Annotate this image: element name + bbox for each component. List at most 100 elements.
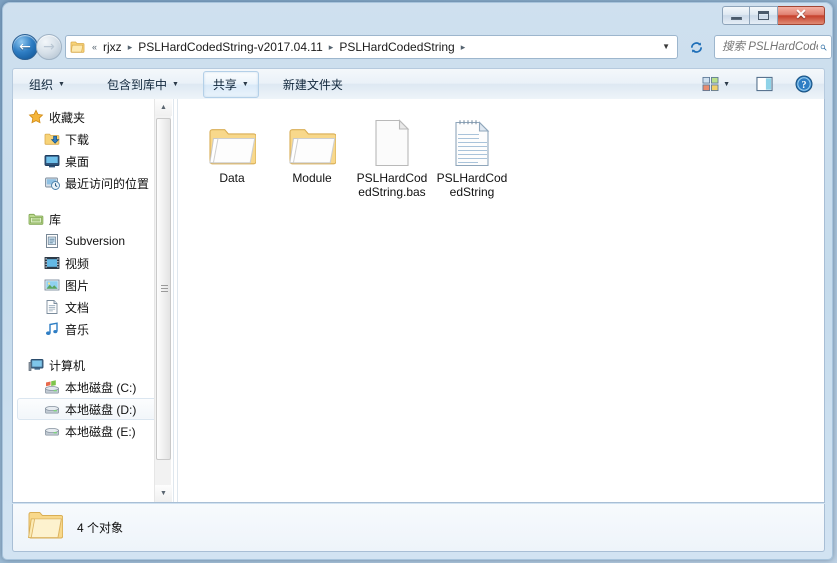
include-in-library-label: 包含到库中 xyxy=(106,77,167,92)
sidebar-item-videos[interactable]: 视频 xyxy=(17,252,169,274)
breadcrumb-rjxz[interactable]: rjxz xyxy=(101,36,124,58)
toolbar-right-group: ▼ ? xyxy=(700,73,824,95)
share-button[interactable]: 共享 ▼ xyxy=(202,70,259,98)
breadcrumb-current-folder[interactable]: PSLHardCodedString xyxy=(337,36,456,58)
sidebar-item-recent-places[interactable]: 最近访问的位置 xyxy=(17,172,169,194)
scroll-down-button[interactable]: ▼ xyxy=(155,485,172,502)
sidebar-item-documents[interactable]: 文档 xyxy=(17,296,169,318)
sidebar-item-downloads[interactable]: 下载 xyxy=(17,128,169,150)
breadcrumb-separator[interactable]: ▸ xyxy=(457,36,470,58)
nav-group-libraries-label: 库 xyxy=(49,212,62,227)
explorer-body: 收藏夹 下载 桌面 最近访问的位置 库 Subversion 视频 图片 文档 … xyxy=(12,99,825,503)
organize-label: 组织 xyxy=(29,77,54,92)
address-row: ← → ▼ « rjxz ▸ PSLHardCodedString-v2017.… xyxy=(3,29,832,67)
pictures-icon xyxy=(44,279,60,291)
sidebar-item-pictures[interactable]: 图片 xyxy=(17,274,169,296)
sidebar-item-drive-c[interactable]: 本地磁盘 (C:) xyxy=(17,376,169,398)
address-chevron-down-icon[interactable]: ▼ xyxy=(662,43,670,51)
video-icon xyxy=(44,257,60,269)
breadcrumb-project-version[interactable]: PSLHardCodedString-v2017.04.11 xyxy=(136,36,325,58)
list-item-label: Data xyxy=(219,171,245,185)
blank-document-icon xyxy=(373,115,411,167)
folder-icon xyxy=(27,509,64,546)
sidebar-item-videos-label: 视频 xyxy=(65,256,90,271)
help-button[interactable]: ? xyxy=(793,73,815,95)
nav-group-computer-label: 计算机 xyxy=(49,358,86,373)
minimize-icon xyxy=(730,17,742,20)
system-drive-icon xyxy=(45,380,59,394)
sidebar-item-documents-label: 文档 xyxy=(65,300,90,315)
address-prefix: « xyxy=(92,42,98,52)
view-options-icon xyxy=(702,76,719,92)
new-folder-label: 新建文件夹 xyxy=(282,77,343,92)
list-item[interactable]: Data xyxy=(192,113,272,199)
address-bar[interactable]: « rjxz ▸ PSLHardCodedString-v2017.04.11 … xyxy=(65,35,678,59)
breadcrumb-separator[interactable]: ▸ xyxy=(124,36,137,58)
sidebar-item-drive-e-label: 本地磁盘 (E:) xyxy=(65,424,136,439)
sidebar-item-desktop[interactable]: 桌面 xyxy=(17,150,169,172)
folder-icon xyxy=(288,115,336,167)
share-label: 共享 xyxy=(212,77,237,92)
show-preview-pane-button[interactable] xyxy=(754,74,775,94)
status-text: 4 个对象 xyxy=(77,521,124,535)
caption-button-group: ✕ xyxy=(722,6,825,25)
maximize-icon xyxy=(758,11,769,20)
sidebar-item-music-label: 音乐 xyxy=(65,322,90,337)
svg-text:?: ? xyxy=(802,80,807,91)
desktop-icon xyxy=(44,155,60,168)
breadcrumb-separator[interactable]: ▸ xyxy=(325,36,338,58)
navigation-list: 收藏夹 下载 桌面 最近访问的位置 库 Subversion 视频 图片 文档 … xyxy=(13,99,173,442)
status-bar: 4 个对象 xyxy=(12,504,825,552)
list-item[interactable]: PSLHardCodedString xyxy=(432,113,512,199)
file-list-view[interactable]: Data Module PSLHardCodedString.bas PSLHa… xyxy=(178,99,824,502)
list-item[interactable]: Module xyxy=(272,113,352,199)
nav-group-computer[interactable]: 计算机 xyxy=(17,354,169,376)
list-item-label: PSLHardCodedString xyxy=(436,171,508,199)
list-item-label: PSLHardCodedString.bas xyxy=(356,171,428,199)
sidebar-item-recent-places-label: 最近访问的位置 xyxy=(65,176,150,191)
navigation-pane-scrollbar[interactable]: ▲ ▼ xyxy=(154,99,172,502)
search-input[interactable] xyxy=(720,40,820,54)
computer-icon xyxy=(28,359,44,371)
star-icon xyxy=(28,109,44,124)
sidebar-item-drive-e[interactable]: 本地磁盘 (E:) xyxy=(17,420,169,442)
list-item-label: Module xyxy=(292,171,332,185)
text-document-icon xyxy=(453,115,491,167)
scroll-up-button[interactable]: ▲ xyxy=(155,99,172,116)
folder-icon xyxy=(70,41,85,53)
include-in-library-button[interactable]: 包含到库中 ▼ xyxy=(97,71,189,98)
chevron-down-icon: ▼ xyxy=(171,80,179,88)
new-folder-button[interactable]: 新建文件夹 xyxy=(273,71,353,98)
search-box[interactable] xyxy=(714,35,832,59)
maximize-button[interactable] xyxy=(750,6,778,25)
search-icon[interactable] xyxy=(820,41,827,54)
change-view-button[interactable]: ▼ xyxy=(700,74,732,94)
folder-icon xyxy=(208,115,256,167)
triangle-up-icon: ▲ xyxy=(160,104,167,111)
minimize-button[interactable] xyxy=(722,6,750,25)
sidebar-item-downloads-label: 下载 xyxy=(65,132,90,147)
organize-button[interactable]: 组织 ▼ xyxy=(19,71,75,98)
nav-group-libraries[interactable]: 库 xyxy=(17,208,169,230)
scrollbar-thumb[interactable] xyxy=(156,118,171,460)
title-bar: ✕ xyxy=(3,3,832,29)
documents-icon xyxy=(46,300,58,314)
sidebar-item-music[interactable]: 音乐 xyxy=(17,318,169,340)
sidebar-item-subversion[interactable]: Subversion xyxy=(17,230,169,252)
back-arrow-icon: ← xyxy=(19,39,31,55)
refresh-button[interactable] xyxy=(685,35,707,59)
close-button[interactable]: ✕ xyxy=(778,6,825,25)
sidebar-item-pictures-label: 图片 xyxy=(65,278,90,293)
back-button[interactable]: ← xyxy=(12,34,38,60)
libraries-icon xyxy=(28,213,44,225)
explorer-window: ✕ ← → ▼ « rjxz ▸ PSLHardCodedString-v201… xyxy=(2,2,833,560)
downloads-folder-icon xyxy=(44,133,60,145)
nav-group-favorites[interactable]: 收藏夹 xyxy=(17,106,169,128)
command-toolbar: 组织 ▼ 包含到库中 ▼ 共享 ▼ 新建文件夹 ▼ ? xyxy=(12,68,825,100)
forward-button[interactable]: → xyxy=(36,34,62,60)
list-item[interactable]: PSLHardCodedString.bas xyxy=(352,113,432,199)
nav-group-favorites-label: 收藏夹 xyxy=(49,110,86,125)
chevron-down-icon: ▼ xyxy=(58,80,65,88)
sidebar-item-drive-d[interactable]: 本地磁盘 (D:) xyxy=(17,398,169,420)
sidebar-item-subversion-label: Subversion xyxy=(65,234,126,248)
